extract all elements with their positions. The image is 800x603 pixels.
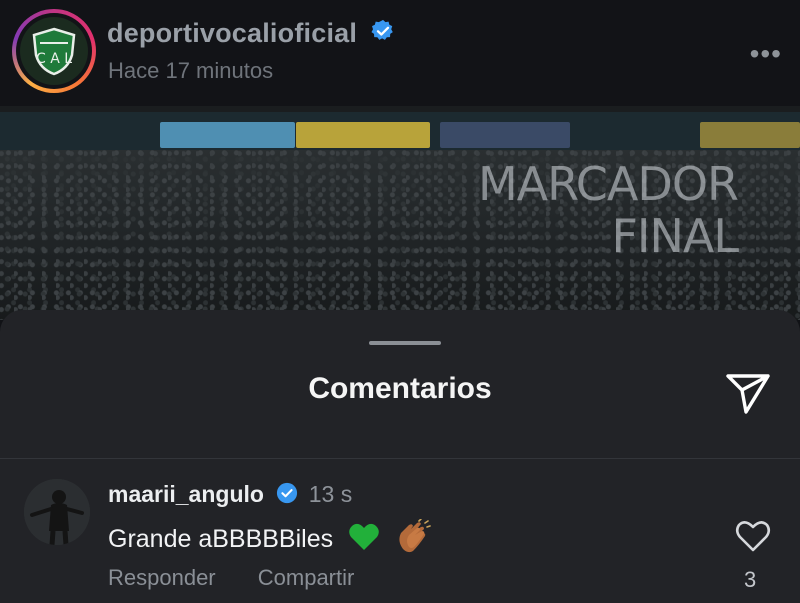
image-title-line1: MARCADOR bbox=[477, 157, 739, 211]
comment-text-row: Grande aBBBBBiles bbox=[108, 518, 433, 562]
post-timestamp: Hace 17 minutos bbox=[108, 58, 274, 83]
comment-timestamp: 13 s bbox=[308, 481, 353, 507]
more-options-icon[interactable]: ••• bbox=[750, 38, 782, 70]
commenter-username[interactable]: maarii_angulo bbox=[108, 481, 264, 507]
sheet-drag-handle[interactable] bbox=[369, 341, 441, 345]
comments-title: Comentarios bbox=[308, 372, 492, 405]
image-overlay-title: MARCADOR FINAL bbox=[477, 157, 739, 263]
reply-button[interactable]: Responder bbox=[108, 565, 216, 590]
commenter-avatar[interactable] bbox=[24, 479, 90, 545]
post-username[interactable]: deportivocalioficial bbox=[107, 18, 395, 50]
stadium-ad-board bbox=[0, 112, 800, 152]
comment-text: Grande aBBBBBiles bbox=[108, 525, 334, 554]
svg-text:C A L: C A L bbox=[36, 51, 72, 67]
like-count: 3 bbox=[744, 567, 757, 592]
send-icon[interactable] bbox=[722, 366, 774, 418]
comment-header: maarii_angulo 13 s bbox=[108, 481, 352, 510]
post-username-text[interactable]: deportivocalioficial bbox=[107, 18, 357, 48]
clapping-hands-icon bbox=[395, 518, 433, 562]
comment-actions: Responder Compartir bbox=[108, 565, 390, 591]
verified-badge-icon bbox=[371, 19, 395, 50]
comment-item: maarii_angulo 13 s Grande aBBBBBiles Res… bbox=[0, 459, 800, 603]
profile-avatar[interactable]: C A L bbox=[12, 9, 96, 93]
verified-badge-icon bbox=[276, 482, 298, 510]
club-crest-icon: C A L bbox=[20, 17, 88, 85]
post-header: C A L deportivocalioficial Hace 17 minut… bbox=[0, 0, 800, 106]
green-heart-icon bbox=[348, 522, 380, 559]
comments-sheet: Comentarios maarii_angulo 13 s Grande aB… bbox=[0, 310, 800, 603]
share-button[interactable]: Compartir bbox=[258, 565, 355, 590]
heart-icon[interactable] bbox=[735, 519, 771, 553]
image-title-line2: FINAL bbox=[611, 209, 739, 263]
post-image[interactable]: MARCADOR FINAL bbox=[0, 106, 800, 320]
